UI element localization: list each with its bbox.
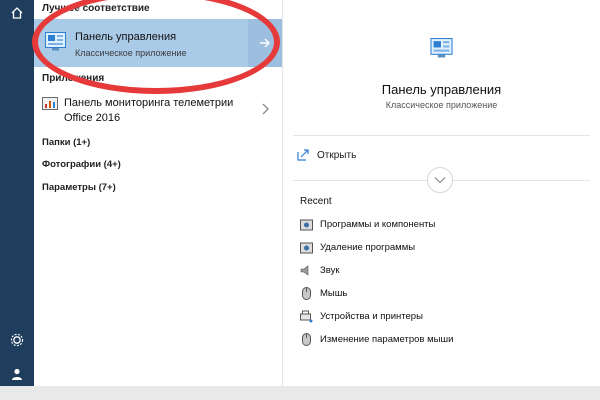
user-icon[interactable] xyxy=(0,361,34,387)
open-action[interactable]: Открыть xyxy=(297,146,356,164)
recent-item[interactable]: Звук xyxy=(299,262,339,278)
home-icon[interactable] xyxy=(0,0,34,26)
telemetry-icon xyxy=(42,97,58,113)
category-folders[interactable]: Папки (1+) xyxy=(42,137,90,148)
app-result-item[interactable]: Панель мониторинга телеметрии Office 201… xyxy=(34,95,282,129)
preview-subtitle: Классическое приложение xyxy=(385,100,498,110)
mouse-icon xyxy=(299,286,313,300)
search-results-pane: Лучшее соответствие Панель управления Кл… xyxy=(32,0,282,386)
devices-icon xyxy=(299,309,313,323)
best-match-header: Лучшее соответствие xyxy=(42,3,150,14)
best-match-item[interactable]: Панель управления Классическое приложени… xyxy=(34,19,248,67)
chevron-down-icon xyxy=(434,177,446,184)
best-match-subtitle: Классическое приложение xyxy=(75,48,187,58)
separator xyxy=(293,135,590,136)
start-rail xyxy=(0,0,34,386)
recent-item[interactable]: Программы и компоненты xyxy=(299,216,435,232)
category-settings[interactable]: Параметры (7+) xyxy=(42,182,116,193)
app-result-title-line2: Office 2016 xyxy=(64,112,121,124)
recent-item[interactable]: Мышь xyxy=(299,285,347,301)
chevron-right-icon xyxy=(262,103,269,115)
uninstall-icon xyxy=(299,240,313,254)
preview-pane: Панель управления Классическое приложени… xyxy=(283,0,600,386)
category-photos[interactable]: Фотографии (4+) xyxy=(42,159,121,170)
settings-gear-icon[interactable] xyxy=(0,327,34,353)
mouse-icon xyxy=(299,332,313,346)
chevron-right-icon xyxy=(260,38,270,48)
control-panel-icon xyxy=(430,38,453,58)
programs-icon xyxy=(299,217,313,231)
recent-header: Recent xyxy=(300,196,332,207)
apps-header: Приложения xyxy=(42,73,105,84)
open-label: Открыть xyxy=(317,149,357,161)
recent-item[interactable]: Удаление программы xyxy=(299,239,415,255)
control-panel-icon xyxy=(45,32,66,51)
recent-item[interactable]: Устройства и принтеры xyxy=(299,308,423,324)
open-icon xyxy=(297,149,309,161)
best-match-expand-button[interactable] xyxy=(248,19,282,67)
recent-item[interactable]: Изменение параметров мыши xyxy=(299,331,453,347)
sound-icon xyxy=(299,263,313,277)
app-result-title-line1: Панель мониторинга телеметрии xyxy=(64,97,234,109)
expand-button[interactable] xyxy=(427,167,453,193)
preview-title: Панель управления xyxy=(381,82,502,97)
best-match-title: Панель управления xyxy=(75,31,177,43)
taskbar-strip xyxy=(0,386,600,400)
